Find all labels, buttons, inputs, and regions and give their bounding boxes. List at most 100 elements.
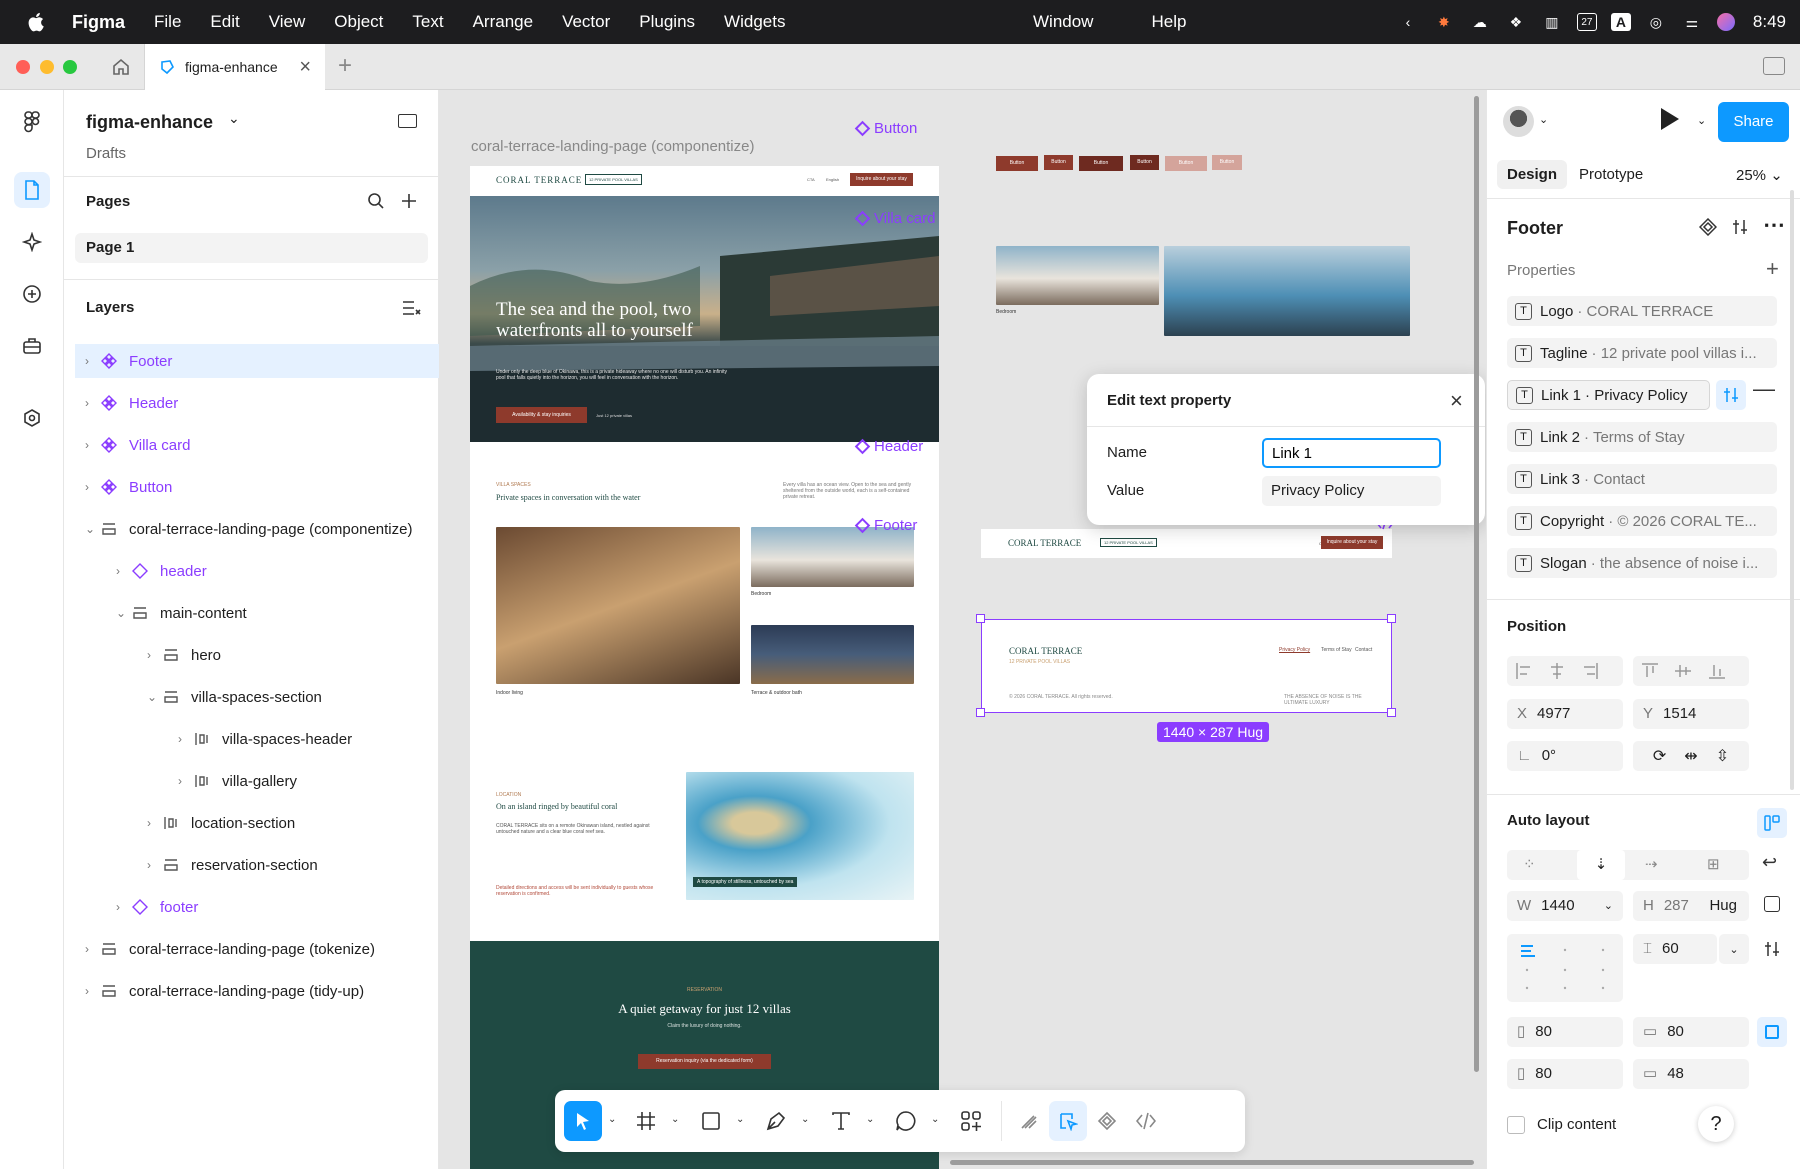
frame-tool[interactable] xyxy=(627,1101,665,1141)
close-icon[interactable]: × xyxy=(1450,388,1463,414)
input-source-icon[interactable]: A xyxy=(1610,13,1631,31)
align-horizontal-icons[interactable] xyxy=(1515,662,1615,680)
padding-right-field[interactable]: ▯ 80 xyxy=(1507,1059,1623,1089)
menu-plugins[interactable]: Plugins xyxy=(639,12,695,32)
chevron-right-icon[interactable]: › xyxy=(178,774,182,788)
file-name[interactable]: figma-enhance xyxy=(86,112,213,133)
zoom-level[interactable]: 25% ⌄ xyxy=(1736,166,1783,184)
layer-row-footer-instance[interactable]: › footer xyxy=(75,890,439,924)
layer-row-header[interactable]: › Header xyxy=(75,386,439,420)
avatar[interactable] xyxy=(1503,106,1534,137)
panel-toggle-icon[interactable] xyxy=(398,114,417,128)
padding-left-field[interactable]: ▯ 80 xyxy=(1507,1017,1623,1047)
width-field[interactable]: W 1440 ⌄ xyxy=(1507,891,1623,921)
menu-object[interactable]: Object xyxy=(334,12,383,32)
apple-logo-icon[interactable] xyxy=(26,11,48,33)
resize-handle[interactable] xyxy=(1387,614,1396,623)
menu-widgets[interactable]: Widgets xyxy=(724,12,785,32)
cloud-icon[interactable]: ☁ xyxy=(1469,11,1491,33)
header-component[interactable]: CORAL TERRACE 12 PRIVATE POOL VILLAS CTA… xyxy=(981,529,1392,558)
property-copyright[interactable]: T Copyright · © 2026 CORAL TE... xyxy=(1507,506,1777,536)
villa-card-image[interactable] xyxy=(996,246,1159,305)
close-window-button[interactable] xyxy=(16,60,30,74)
layer-filter-icon[interactable] xyxy=(402,300,421,316)
property-link-3[interactable]: T Link 3 · Contact xyxy=(1507,464,1777,494)
add-page-icon[interactable] xyxy=(400,192,418,210)
share-button[interactable]: Share xyxy=(1718,102,1789,142)
footer-component-selected[interactable]: CORAL TERRACE 12 PRIVATE POOL VILLAS Pri… xyxy=(981,619,1392,713)
property-slogan[interactable]: T Slogan · the absence of noise i... xyxy=(1507,548,1777,578)
landing-header[interactable]: CORAL TERRACE 12 PRIVATE POOL VILLAS CTA… xyxy=(470,166,939,196)
x-position-field[interactable]: X 4977 xyxy=(1507,699,1623,729)
rotate-icon[interactable]: ⟳ xyxy=(1653,746,1666,766)
align-vertical-icons[interactable] xyxy=(1641,662,1741,680)
chevron-right-icon[interactable]: › xyxy=(116,564,120,578)
chevron-down-icon[interactable]: ⌄ xyxy=(1697,114,1706,127)
chevron-down-icon[interactable]: ⌄ xyxy=(85,522,95,536)
layer-row-villa-gallery[interactable]: › villa-gallery xyxy=(75,764,439,798)
menu-help[interactable]: Help xyxy=(1151,12,1186,32)
resize-to-fit-icon[interactable] xyxy=(1764,896,1780,912)
zoom-window-button[interactable] xyxy=(63,60,77,74)
chevron-right-icon[interactable]: › xyxy=(85,396,89,410)
property-tagline[interactable]: T Tagline · 12 private pool villas i... xyxy=(1507,338,1777,368)
file-location[interactable]: Drafts xyxy=(86,145,126,162)
villa-card-image-large[interactable] xyxy=(1164,246,1410,336)
layer-row-landing-tidy-up[interactable]: › coral-terrace-landing-page (tidy-up) xyxy=(75,974,439,1008)
gap-field[interactable]: ⌶ 60 xyxy=(1633,934,1717,964)
menu-file[interactable]: File xyxy=(154,12,181,32)
add-property-icon[interactable]: + xyxy=(1766,256,1779,282)
assets-icon[interactable] xyxy=(14,224,50,260)
layer-row-reservation-section[interactable]: › reservation-section xyxy=(75,848,439,882)
close-tab-icon[interactable]: × xyxy=(299,56,311,79)
layer-row-button[interactable]: › Button xyxy=(75,470,439,504)
clip-content-checkbox[interactable] xyxy=(1507,1116,1525,1134)
airdrop-icon[interactable]: ◎ xyxy=(1645,11,1667,33)
component-label-footer[interactable]: Footer xyxy=(854,517,917,534)
menu-view[interactable]: View xyxy=(269,12,306,32)
frame-title[interactable]: coral-terrace-landing-page (componentize… xyxy=(471,138,754,155)
button-variant[interactable]: Button xyxy=(1165,156,1207,171)
layer-row-main-content[interactable]: ⌄ main-content xyxy=(75,596,439,630)
design-mode-toggle[interactable] xyxy=(1049,1101,1087,1141)
button-variant[interactable]: Button xyxy=(1044,155,1073,170)
page-item[interactable]: Page 1 xyxy=(75,233,428,263)
layout-grid-icon[interactable]: ⊞ xyxy=(1707,850,1720,880)
chevron-right-icon[interactable]: › xyxy=(85,480,89,494)
move-tool[interactable] xyxy=(564,1101,602,1141)
actions-tool[interactable] xyxy=(952,1101,990,1141)
layer-row-footer[interactable]: › Footer xyxy=(75,344,439,378)
flip-vertical-icon[interactable]: ⇳ xyxy=(1716,746,1729,766)
layer-row-location-section[interactable]: › location-section xyxy=(75,806,439,840)
new-tab-button[interactable]: + xyxy=(338,52,352,80)
toolbox-icon[interactable] xyxy=(14,328,50,364)
pen-tool[interactable] xyxy=(757,1101,795,1141)
resize-handle[interactable] xyxy=(976,614,985,623)
property-logo[interactable]: T Logo · CORAL TERRACE xyxy=(1507,296,1777,326)
layer-row-villa-card[interactable]: › Villa card xyxy=(75,428,439,462)
dropbox-icon[interactable]: ❖ xyxy=(1505,11,1527,33)
gap-dropdown[interactable]: ⌄ xyxy=(1719,934,1749,964)
component-label-button[interactable]: Button xyxy=(854,120,917,137)
height-field[interactable]: H 287 Hug xyxy=(1633,891,1749,921)
independent-padding-toggle[interactable] xyxy=(1757,1017,1787,1047)
search-icon[interactable] xyxy=(367,192,385,210)
property-name-input[interactable] xyxy=(1262,438,1441,468)
menu-window[interactable]: Window xyxy=(1033,12,1093,32)
settings-hex-icon[interactable] xyxy=(14,400,50,436)
vertical-scrollbar[interactable] xyxy=(1474,96,1479,1072)
chevron-right-icon[interactable]: › xyxy=(85,438,89,452)
menu-text[interactable]: Text xyxy=(412,12,443,32)
chevron-right-icon[interactable]: › xyxy=(147,648,151,662)
file-pages-icon[interactable] xyxy=(14,172,50,208)
draw-mode-toggle[interactable] xyxy=(1010,1101,1048,1141)
padding-bottom-field[interactable]: ▭ 48 xyxy=(1633,1059,1749,1089)
control-center-icon[interactable]: ⚌ xyxy=(1681,11,1703,33)
button-variant[interactable]: Button xyxy=(996,156,1038,171)
horizontal-scrollbar[interactable] xyxy=(950,1160,1474,1165)
tab-design[interactable]: Design xyxy=(1497,160,1568,189)
menu-edit[interactable]: Edit xyxy=(210,12,239,32)
property-value-field[interactable]: Privacy Policy xyxy=(1262,476,1441,506)
chevron-down-icon[interactable]: ⌄ xyxy=(1604,891,1613,921)
layer-row-hero[interactable]: › hero xyxy=(75,638,439,672)
